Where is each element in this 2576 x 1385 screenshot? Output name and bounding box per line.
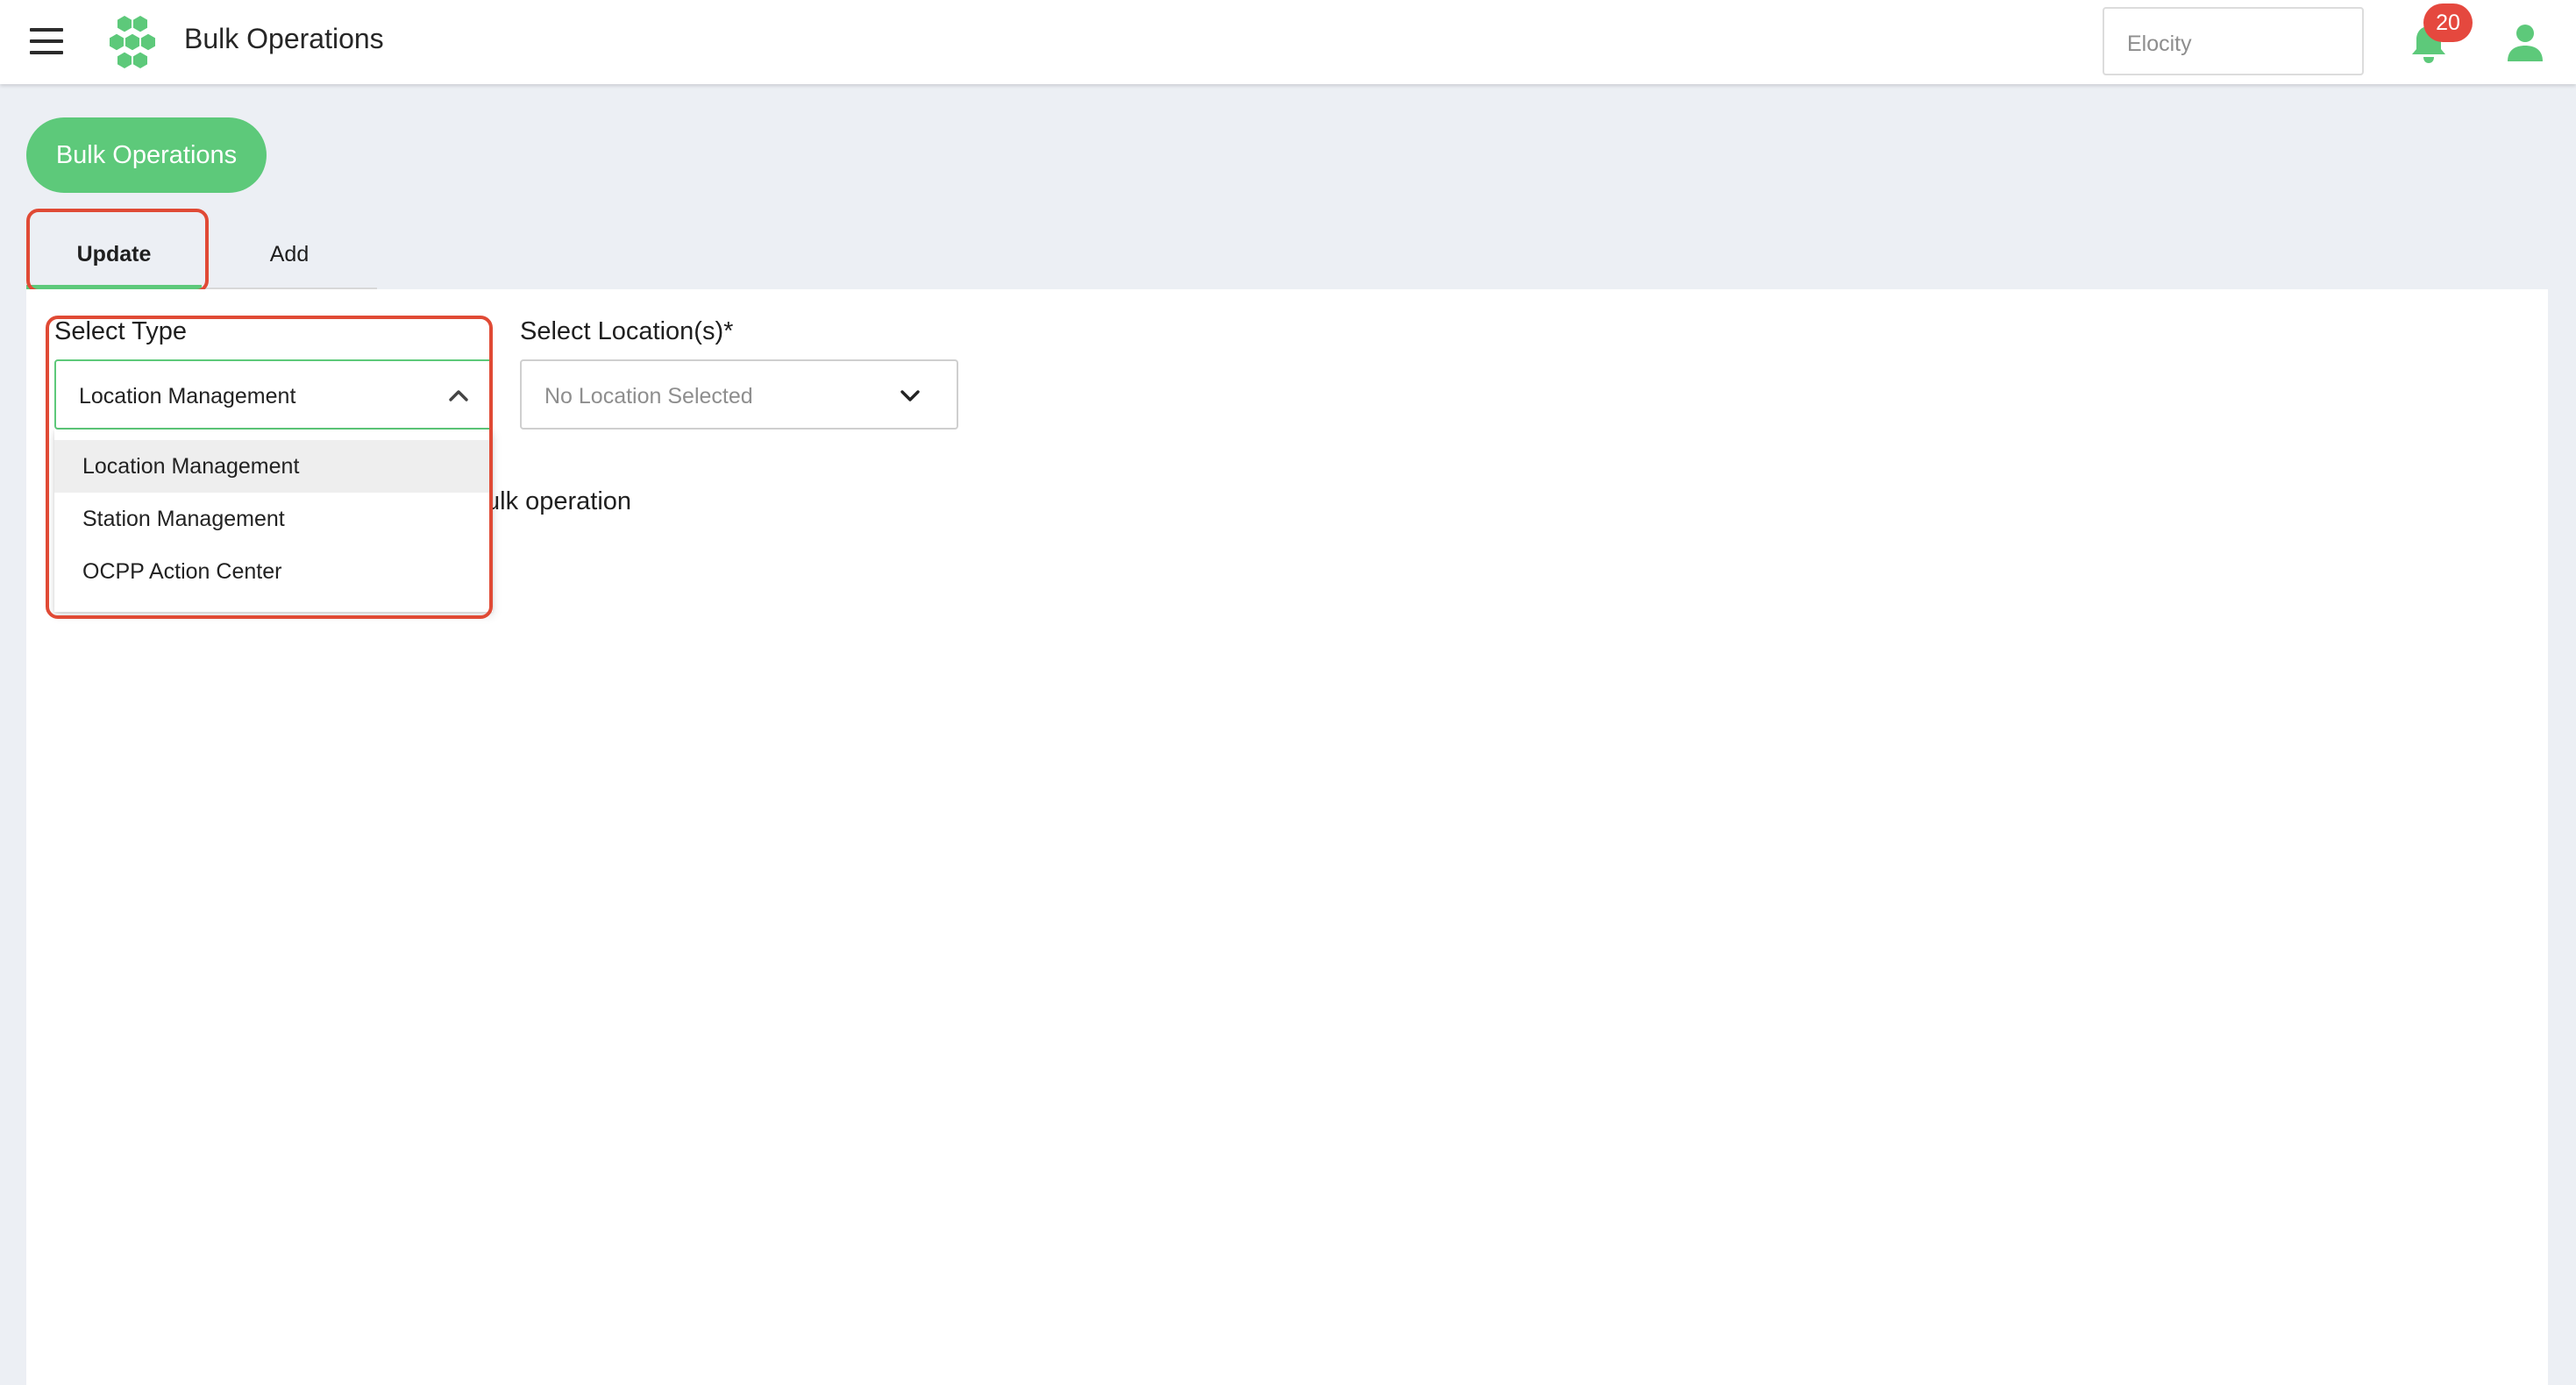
bulk-operation-info-text: ulk operation [486,487,632,515]
tab-add-label: Add [269,242,310,266]
hamburger-menu-icon[interactable] [28,25,65,60]
organization-select[interactable]: Elocity [2103,7,2364,75]
app-title: Bulk Operations [184,23,384,54]
notification-count-badge: 20 [2423,4,2473,42]
select-type-dropdown[interactable]: Location Management [54,359,493,430]
organization-select-value: Elocity [2127,32,2192,56]
option-station-management[interactable]: Station Management [54,493,493,545]
select-location-label: Select Location(s)* [520,317,734,345]
select-location-dropdown[interactable]: No Location Selected [520,359,958,430]
select-type-value: Location Management [79,384,296,408]
tab-update[interactable]: Update [26,219,202,289]
option-ocpp-action-center[interactable]: OCPP Action Center [54,545,493,598]
select-type-options-menu: Location Management Station Management O… [54,430,493,612]
option-location-management[interactable]: Location Management [54,440,493,493]
chevron-down-icon [900,390,920,401]
tab-update-label: Update [76,242,152,266]
select-location-placeholder: No Location Selected [544,384,753,408]
chevron-up-icon [449,390,468,401]
tab-add[interactable]: Add [219,219,359,289]
select-type-label: Select Type [54,317,188,345]
bulk-operations-button[interactable]: Bulk Operations [26,117,267,193]
hexagon-cluster-logo-icon [110,16,155,68]
user-account-icon[interactable] [2504,23,2546,61]
top-app-bar: Bulk Operations Elocity 20 [0,0,2576,84]
